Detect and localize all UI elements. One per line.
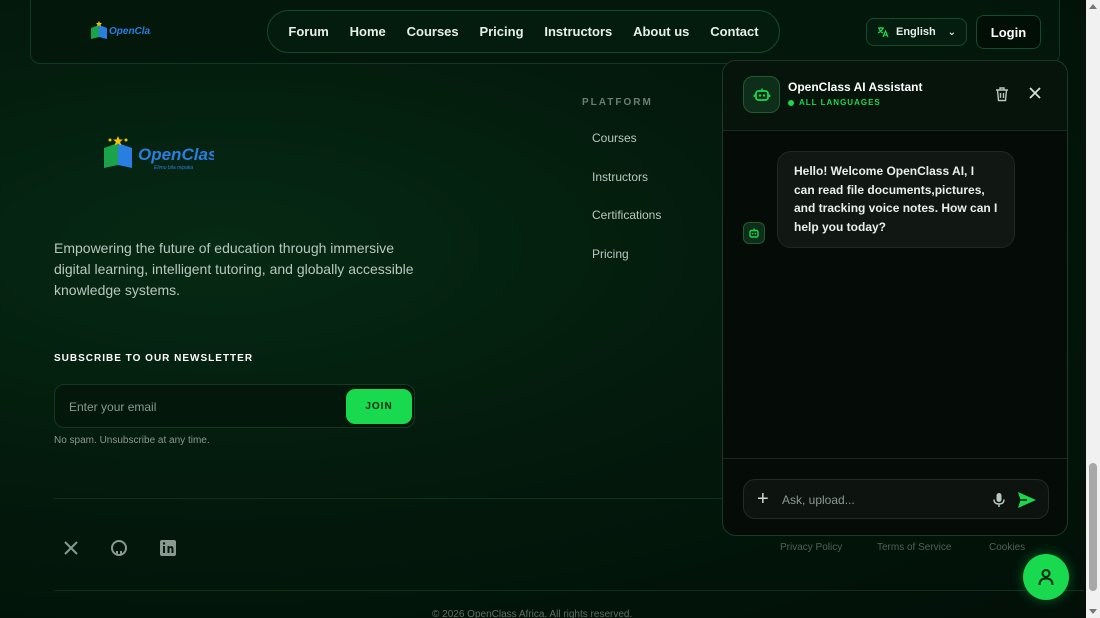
openclass-logo-small[interactable]: OpenClass [89,20,151,40]
chat-status: ALL LANGUAGES [788,98,881,107]
linkedin-icon[interactable] [158,538,178,558]
nav-forum[interactable]: Forum [288,24,328,39]
login-button[interactable]: Login [976,15,1041,49]
footer-bottom-divider [54,590,1084,591]
github-icon[interactable] [109,538,129,558]
nav-contact[interactable]: Contact [710,24,758,39]
scroll-up-arrow-icon[interactable] [1089,4,1097,9]
newsletter-form: JOIN [54,384,415,428]
robot-icon [749,228,759,238]
newsletter-title: SUBSCRIBE TO OUR NEWSLETTER [54,353,254,364]
top-navbar: OpenClass Forum Home Courses Pricing Ins… [30,0,1060,64]
chat-header: OpenClass AI Assistant ALL LANGUAGES [723,61,1067,131]
svg-text:OpenClass: OpenClass [138,145,214,164]
scrollbar-thumb[interactable] [1089,463,1097,591]
privacy-policy-link[interactable]: Privacy Policy [780,542,842,553]
footer-divider [54,498,724,499]
robot-icon [753,88,770,101]
plus-icon[interactable]: + [757,488,769,510]
nav-courses[interactable]: Courses [407,24,459,39]
trash-icon[interactable] [993,85,1011,103]
chat-assistant-fab[interactable] [1023,554,1069,600]
join-button[interactable]: JOIN [346,389,412,424]
nav-about-us[interactable]: About us [633,24,689,39]
close-icon[interactable] [1026,84,1044,102]
nav-pricing[interactable]: Pricing [479,24,523,39]
user-icon [1038,569,1054,586]
page-scrollbar[interactable] [1086,0,1100,618]
bot-message-bubble: Hello! Welcome OpenClass AI, I can read … [777,151,1015,248]
footer-tagline: Empowering the future of education throu… [54,240,414,298]
bot-avatar [743,76,780,113]
nav-home[interactable]: Home [350,24,386,39]
chat-title: OpenClass AI Assistant [788,80,923,94]
scroll-down-arrow-icon[interactable] [1089,609,1097,614]
x-icon[interactable] [61,538,81,558]
online-dot-icon [788,99,794,106]
chat-input[interactable] [782,490,982,510]
platform-heading: PLATFORM [582,97,653,108]
send-icon[interactable] [1016,489,1038,511]
bot-message-avatar [743,222,765,244]
newsletter-note: No spam. Unsubscribe at any time. [54,435,210,446]
platform-link-pricing[interactable]: Pricing [592,247,629,261]
copyright: © 2026 OpenClass Africa. All rights rese… [432,609,633,618]
ai-chat-panel: OpenClass AI Assistant ALL LANGUAGES Hel… [722,60,1068,536]
terms-of-service-link[interactable]: Terms of Service [877,542,951,553]
svg-text:Elimu bila mipaka: Elimu bila mipaka [154,165,193,171]
language-label: English [896,26,936,38]
chat-composer: + [743,479,1049,519]
nav-instructors[interactable]: Instructors [544,24,612,39]
openclass-logo[interactable]: OpenClass Elimu bila mipaka [102,136,214,172]
platform-link-certifications[interactable]: Certifications [592,208,661,222]
cookies-link[interactable]: Cookies [989,542,1025,553]
translate-icon [877,27,889,38]
chevron-down-icon: ⌄ [947,26,956,38]
newsletter-email-input[interactable] [69,397,329,417]
microphone-icon[interactable] [991,491,1007,509]
chat-status-label: ALL LANGUAGES [799,98,881,107]
composer-divider [723,458,1067,459]
language-selector[interactable]: English ⌄ [866,18,967,46]
main-nav: Forum Home Courses Pricing Instructors A… [267,10,780,53]
platform-link-instructors[interactable]: Instructors [592,170,648,184]
platform-link-courses[interactable]: Courses [592,131,637,145]
svg-text:OpenClass: OpenClass [109,26,151,37]
